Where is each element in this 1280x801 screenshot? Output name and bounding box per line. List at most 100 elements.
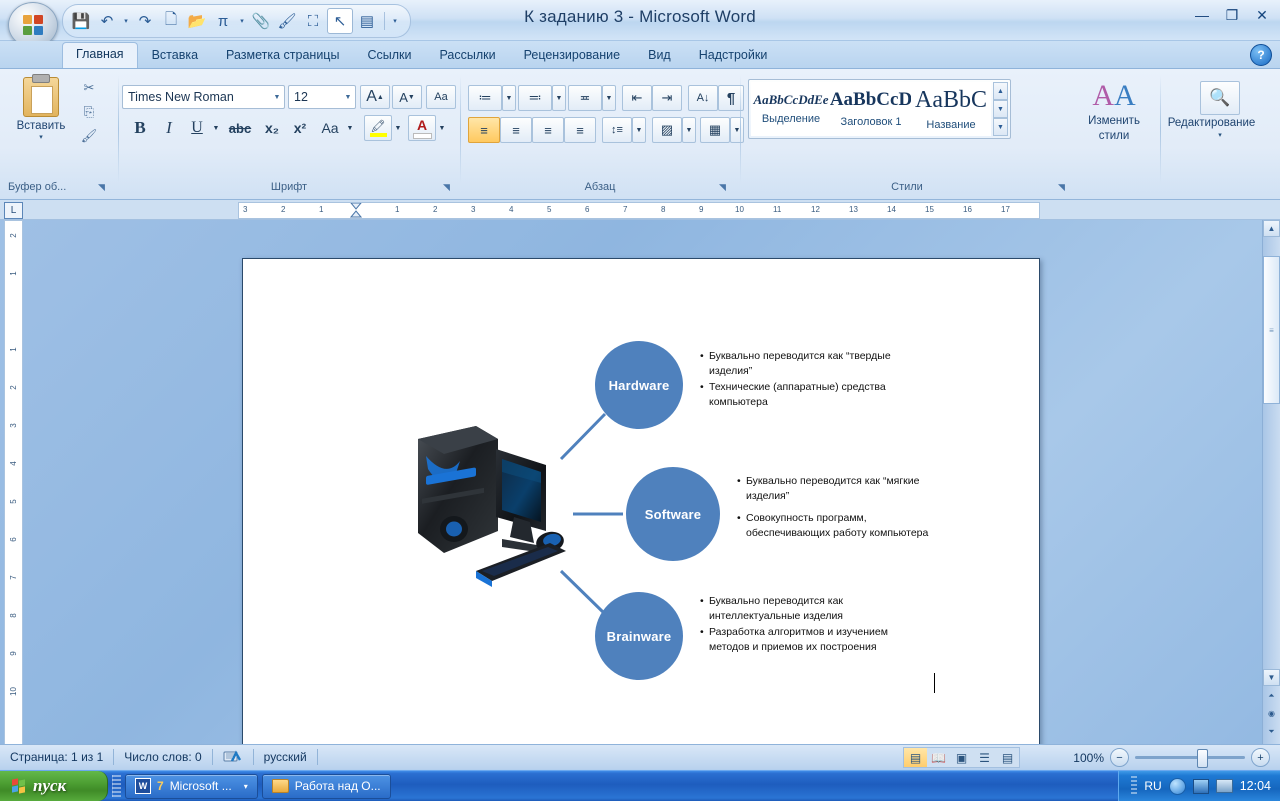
styles-more-icon[interactable]: ▼ [993,118,1008,136]
change-case-button[interactable]: Aa [316,115,344,141]
paste-button[interactable]: Вставить ▾ [10,74,72,149]
action-center-icon[interactable] [1168,777,1186,795]
copy-icon[interactable]: ⎘ [78,101,100,123]
numbering-button[interactable]: ≕ [518,85,552,111]
italic-button[interactable]: I [156,115,182,141]
style-item-emphasis[interactable]: AaBbCcDdEe Выделение [751,82,831,136]
clipboard-dialog-launcher[interactable]: ◥ [96,182,107,193]
start-button[interactable]: пуск [0,771,108,801]
proofing-status[interactable] [213,745,253,769]
clear-formatting-icon[interactable]: Aa [426,85,456,109]
tab-page-layout[interactable]: Разметка страницы [212,44,353,68]
tab-home[interactable]: Главная [62,42,138,68]
zoom-slider-thumb[interactable] [1197,749,1208,768]
styles-scroll-up-icon[interactable]: ▲ [993,82,1008,100]
indent-marker-icon[interactable] [350,202,362,219]
borders-button[interactable]: ▦ [700,117,730,143]
vertical-scrollbar[interactable]: ▲ ≡ ▼ ⏶ ◉ ⏷ [1262,220,1280,744]
tab-mailings[interactable]: Рассылки [425,44,509,68]
grow-font-icon[interactable]: A ▲ [360,85,390,109]
vertical-ruler[interactable]: 2 1 1 2 3 4 5 6 7 8 9 10 [4,220,23,744]
smartart-node-brainware[interactable]: Brainware [595,592,683,680]
display-icon[interactable] [1215,779,1233,793]
styles-scroll-down-icon[interactable]: ▼ [993,100,1008,118]
shading-button[interactable]: ▨ [652,117,682,143]
tab-stop-selector[interactable]: L [4,202,23,219]
smartart-bullets-software[interactable]: Буквально переводится как “мягкие издели… [735,474,930,542]
word-count[interactable]: Число слов: 0 [114,745,211,769]
subscript-button[interactable]: x₂ [258,115,286,141]
strikethrough-button[interactable]: abc [224,115,256,141]
print-layout-view-button[interactable]: ▤ [904,748,927,767]
align-right-button[interactable]: ≡ [532,117,564,143]
smartart-diagram[interactable]: Hardware Буквально переводится как “твер… [243,259,1039,744]
scroll-up-button[interactable]: ▲ [1263,220,1280,237]
scrollbar-thumb[interactable]: ≡ [1263,256,1280,404]
draft-view-button[interactable]: ▤ [996,748,1019,767]
taskbar-grip[interactable] [112,775,121,797]
bullets-dropdown-icon[interactable]: ▼ [502,85,516,111]
underline-button[interactable]: U [184,115,210,141]
previous-page-button[interactable]: ⏶ [1263,687,1280,704]
taskbar-word-group-button[interactable]: W 7 Microsoft ... ▾ [125,773,258,799]
font-name-dropdown-icon[interactable]: ▼ [270,94,284,101]
paragraph-dialog-launcher[interactable]: ◥ [717,182,728,193]
language-indicator[interactable]: русский [254,745,317,769]
font-color-button[interactable]: A [408,115,436,141]
decrease-indent-button[interactable]: ⇤ [622,85,652,111]
outline-view-button[interactable]: ☰ [973,748,996,767]
multilevel-dropdown-icon[interactable]: ▼ [602,85,616,111]
scroll-down-button[interactable]: ▼ [1263,669,1280,686]
style-item-title[interactable]: AaBbC Название [911,82,991,136]
change-case-dropdown-icon[interactable]: ▼ [344,115,356,141]
zoom-in-button[interactable]: + [1251,748,1270,767]
close-button[interactable]: ✕ [1248,4,1276,26]
taskbar-folder-button[interactable]: Работа над О... [261,773,391,799]
full-screen-reading-view-button[interactable]: 📖 [927,748,950,767]
font-name-combobox[interactable]: Times New Roman ▼ [122,85,285,109]
font-dialog-launcher[interactable]: ◥ [441,182,452,193]
change-styles-button[interactable]: AA Изменить стили [1076,79,1152,143]
restore-button[interactable]: ❐ [1218,4,1246,26]
align-center-button[interactable]: ≡ [500,117,532,143]
increase-indent-button[interactable]: ⇥ [652,85,682,111]
tab-insert[interactable]: Вставка [138,44,212,68]
tab-addins[interactable]: Надстройки [685,44,782,68]
smartart-bullets-brainware[interactable]: Буквально переводится как интеллектуальн… [698,594,893,656]
editing-dropdown-icon[interactable]: ▾ [1218,131,1222,139]
language-bar[interactable]: RU [1144,779,1161,793]
taskbar-clock[interactable]: 12:04 [1240,779,1271,793]
style-item-heading1[interactable]: AaBbCcD Заголовок 1 [830,82,912,136]
font-size-dropdown-icon[interactable]: ▼ [341,94,355,101]
bold-button[interactable]: B [126,115,154,141]
multilevel-list-button[interactable]: ≖ [568,85,602,111]
next-page-button[interactable]: ⏷ [1263,723,1280,740]
smartart-bullets-hardware[interactable]: Буквально переводится как “твердые издел… [698,349,893,411]
shading-dropdown-icon[interactable]: ▼ [682,117,696,143]
paste-dropdown-icon[interactable]: ▾ [39,133,43,141]
font-color-dropdown-icon[interactable]: ▼ [436,115,448,141]
zoom-level-label[interactable]: 100% [1073,751,1104,765]
zoom-slider-track[interactable] [1135,749,1245,768]
highlight-dropdown-icon[interactable]: ▼ [392,115,404,141]
superscript-button[interactable]: x² [286,115,314,141]
styles-dialog-launcher[interactable]: ◥ [1056,182,1067,193]
web-layout-view-button[interactable]: ▣ [950,748,973,767]
line-spacing-button[interactable]: ↕≡ [602,117,632,143]
bullets-button[interactable]: ≔ [468,85,502,111]
taskbar-group-caret-icon[interactable]: ▾ [244,782,248,791]
minimize-button[interactable]: — [1188,4,1216,26]
help-icon[interactable]: ? [1250,44,1272,66]
select-browse-object-button[interactable]: ◉ [1263,705,1280,722]
cut-icon[interactable]: ✂ [78,77,100,99]
network-icon[interactable] [1192,778,1209,794]
tab-view[interactable]: Вид [634,44,685,68]
line-spacing-dropdown-icon[interactable]: ▼ [632,117,646,143]
font-size-combobox[interactable]: 12 ▼ [288,85,356,109]
numbering-dropdown-icon[interactable]: ▼ [552,85,566,111]
zoom-out-button[interactable]: − [1110,748,1129,767]
justify-button[interactable]: ≡ [564,117,596,143]
highlight-color-button[interactable]: 🖍 [364,115,392,141]
tab-references[interactable]: Ссылки [353,44,425,68]
page-indicator[interactable]: Страница: 1 из 1 [0,745,113,769]
